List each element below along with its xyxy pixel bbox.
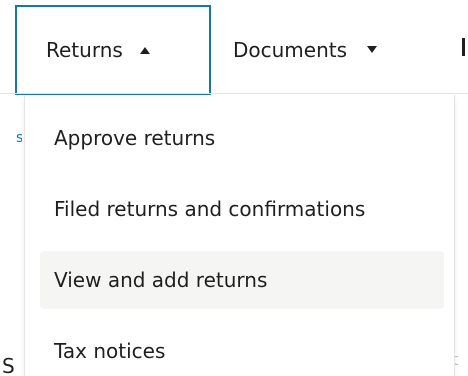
- menu-item-filed-returns[interactable]: Filed returns and confirmations: [40, 180, 444, 238]
- caret-up-icon: [139, 46, 150, 54]
- background-text-fragment-bottom: S: [2, 356, 15, 376]
- caret-down-icon: [367, 46, 378, 53]
- menu-item-tax-notices[interactable]: Tax notices: [40, 322, 444, 376]
- top-navigation: Returns Documents: [0, 0, 468, 95]
- page: Returns Documents s S t Approve returns …: [0, 0, 468, 376]
- menu-item-approve-returns[interactable]: Approve returns: [40, 109, 444, 167]
- menu-item-label: Filed returns and confirmations: [54, 197, 366, 221]
- menu-item-label: Approve returns: [54, 126, 216, 150]
- nav-documents-label: Documents: [233, 37, 348, 62]
- returns-dropdown-menu: Approve returns Filed returns and confir…: [24, 95, 455, 376]
- nav-divider: [0, 93, 468, 94]
- nav-item-partial[interactable]: [462, 38, 465, 56]
- nav-returns[interactable]: Returns: [15, 5, 211, 95]
- menu-item-label: View and add returns: [54, 268, 268, 292]
- background-text-fragment-top: s: [16, 130, 22, 144]
- menu-item-view-add-returns[interactable]: View and add returns: [40, 251, 444, 309]
- nav-returns-label: Returns: [46, 38, 123, 62]
- menu-item-label: Tax notices: [54, 339, 166, 363]
- nav-documents[interactable]: Documents: [233, 6, 378, 93]
